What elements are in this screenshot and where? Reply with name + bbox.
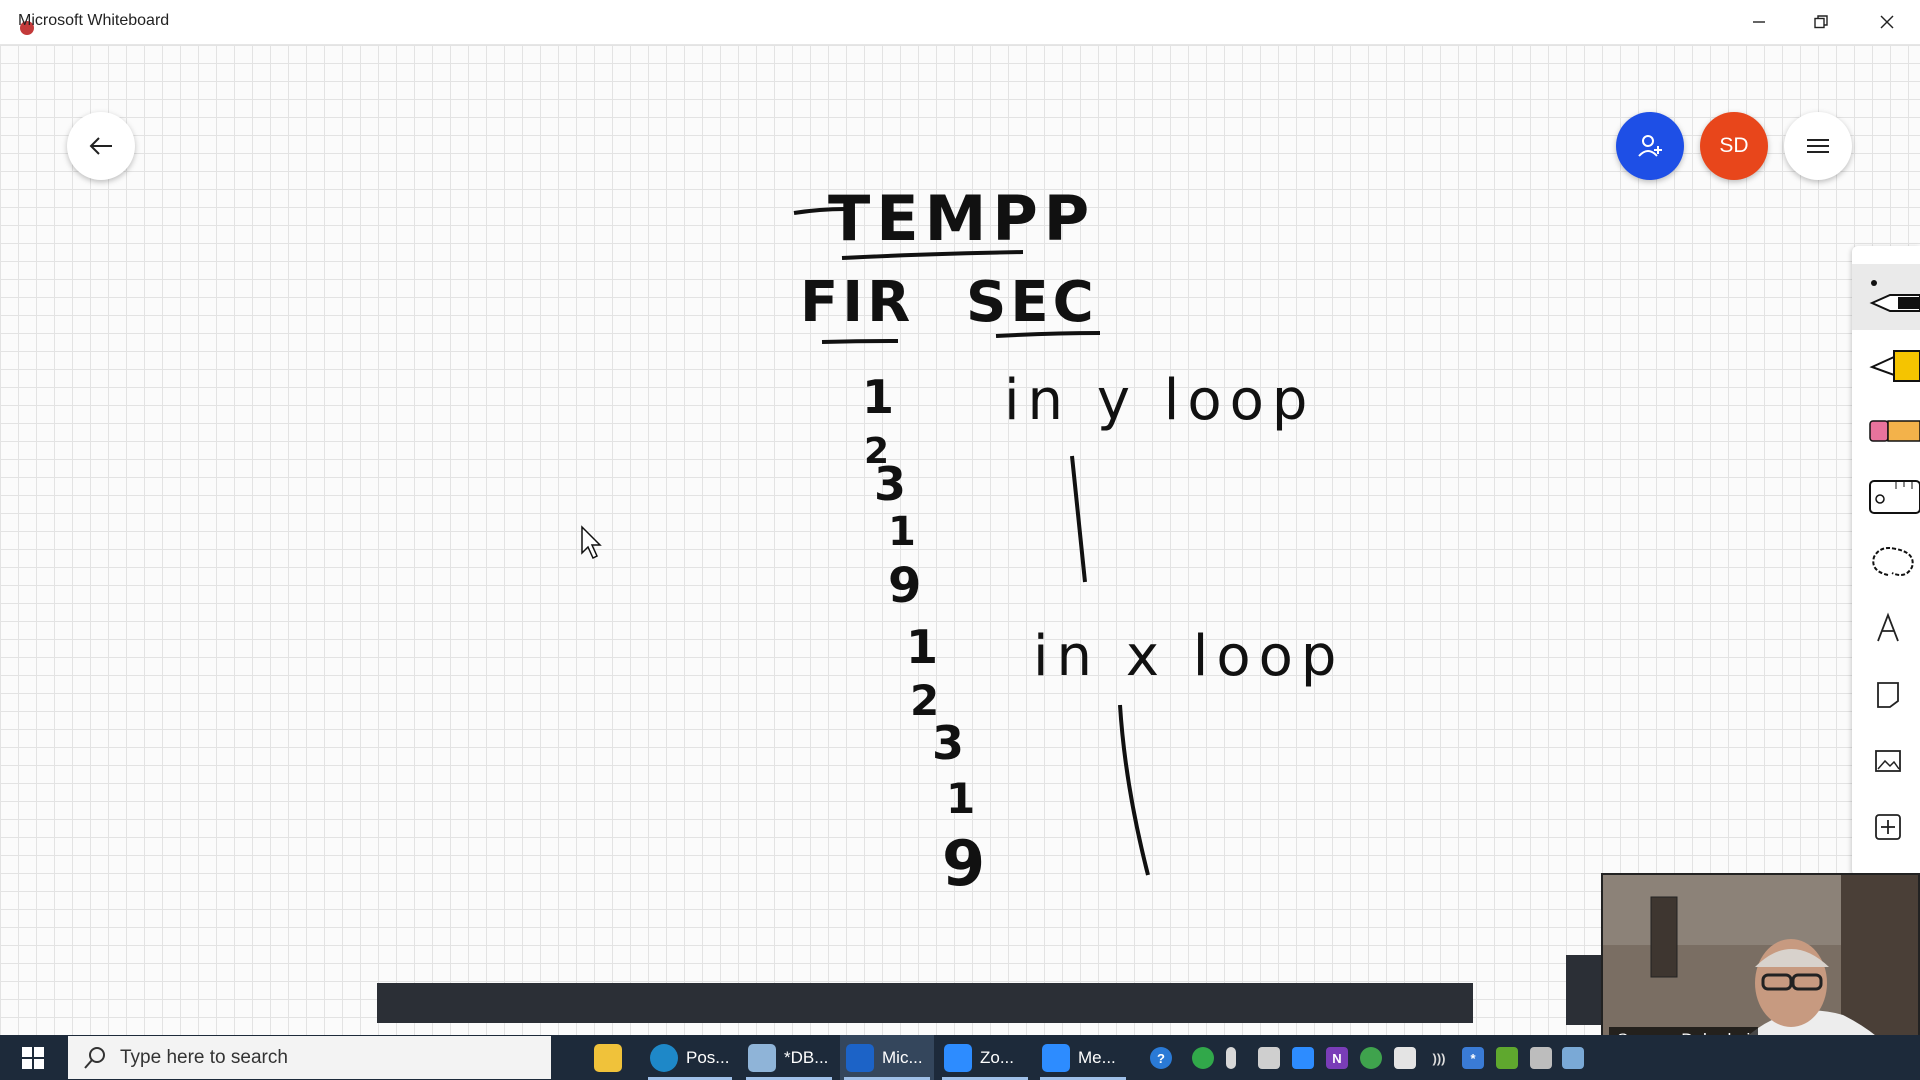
notepad-icon <box>748 1043 776 1072</box>
search-placeholder: Type here to search <box>120 1046 288 1068</box>
device-icon[interactable] <box>1530 1047 1552 1069</box>
taskbar-app-zoom-meeting[interactable]: Me... <box>1036 1035 1130 1080</box>
taskbar-search-input[interactable]: Type here to search <box>68 1036 551 1079</box>
search-icon <box>84 1046 105 1069</box>
lasso-icon <box>1872 547 1914 576</box>
window-title: Microsoft Whiteboard <box>18 12 170 29</box>
eraser-tool[interactable] <box>1852 398 1920 464</box>
zoom-tray-icon[interactable] <box>1292 1047 1314 1069</box>
user-avatar-button[interactable]: SD <box>1700 112 1768 180</box>
ink-col2: SEC <box>966 270 1098 335</box>
network-icon[interactable] <box>1562 1047 1584 1069</box>
image-icon <box>1875 750 1901 772</box>
taskbar-app-label: *DB... <box>784 1047 829 1067</box>
taskbar-app-zoom[interactable]: Zo... <box>938 1035 1032 1080</box>
ink-value: 9 <box>888 558 921 614</box>
note-tool[interactable] <box>1852 662 1920 728</box>
ink-value: 1 <box>862 370 894 424</box>
y-loop-bracket <box>1070 455 1087 583</box>
taskbar-app-label: Me... <box>1078 1047 1116 1067</box>
text-icon <box>1877 612 1899 642</box>
ruler-icon <box>1869 480 1920 514</box>
plus-icon <box>1875 814 1901 840</box>
col1-underline <box>821 339 899 344</box>
avatar-initials: SD <box>1719 134 1749 157</box>
taskbar-app-label: Pos... <box>686 1047 730 1067</box>
wifi-icon[interactable]: ))) <box>1428 1047 1450 1069</box>
back-button[interactable] <box>67 112 135 180</box>
zoom-icon <box>944 1043 972 1072</box>
col2-underline <box>995 331 1101 338</box>
close-button[interactable] <box>1856 0 1918 44</box>
text-tool[interactable] <box>1852 596 1920 662</box>
folder-icon <box>594 1043 622 1072</box>
eraser-icon <box>1869 420 1920 442</box>
insert-tool[interactable] <box>1852 794 1920 860</box>
arrow-left-icon <box>89 137 112 155</box>
ink-value: 3 <box>932 716 964 770</box>
taskbar: Type here to search Pos... *DB... Mic...… <box>0 1035 1920 1080</box>
screen-share-bar[interactable] <box>377 983 1473 1023</box>
ruler-tool[interactable] <box>1852 464 1920 530</box>
note-icon <box>1877 682 1899 708</box>
onenote-icon[interactable]: N <box>1326 1047 1348 1069</box>
ink-x-loop-label: in x loop <box>1033 624 1344 689</box>
restore-button[interactable] <box>1790 0 1852 44</box>
taskbar-app-label: Mic... <box>882 1047 923 1067</box>
ink-y-loop-label: in y loop <box>1004 368 1315 433</box>
ink-value: 1 <box>906 620 938 674</box>
title-bar: Microsoft Whiteboard <box>0 0 1920 45</box>
snowflake-icon[interactable]: * <box>1462 1047 1484 1069</box>
highlighter-tool[interactable] <box>1852 332 1920 398</box>
hamburger-icon <box>1807 139 1829 153</box>
start-button[interactable] <box>0 1035 66 1080</box>
microphone-icon[interactable] <box>1226 1047 1236 1069</box>
check-icon[interactable] <box>1192 1047 1214 1069</box>
taskbar-app-notepad[interactable]: *DB... <box>742 1035 836 1080</box>
ink-value: 1 <box>946 774 975 823</box>
invite-button[interactable] <box>1616 112 1684 180</box>
help-icon[interactable]: ? <box>1150 1047 1172 1069</box>
settings-menu-button[interactable] <box>1784 112 1852 180</box>
whiteboard-icon <box>846 1043 874 1072</box>
image-tool[interactable] <box>1852 728 1920 794</box>
nvidia-icon[interactable] <box>1496 1047 1518 1069</box>
taskbar-app-label: Zo... <box>980 1047 1015 1067</box>
ink-value: 9 <box>942 827 985 900</box>
highlighter-icon <box>1869 350 1920 382</box>
zoom-meeting-icon <box>1042 1043 1070 1072</box>
ink-heading: TEMPP <box>828 182 1095 255</box>
taskbar-app-edge[interactable]: Pos... <box>644 1035 736 1080</box>
pen-icon <box>1869 280 1920 312</box>
screen-share-bar-edge <box>1566 955 1602 1025</box>
ink-col1: FIR <box>800 270 914 335</box>
card-reader-icon[interactable] <box>1258 1047 1280 1069</box>
lasso-tool[interactable] <box>1852 530 1920 596</box>
taskbar-app-whiteboard[interactable]: Mic... <box>840 1035 934 1080</box>
person-add-icon <box>1638 135 1662 157</box>
edge-icon <box>650 1043 678 1072</box>
x-loop-bracket <box>1118 704 1150 876</box>
taskbar-file-explorer[interactable] <box>588 1035 634 1080</box>
minimize-button[interactable] <box>1728 0 1790 44</box>
ink-toolbar <box>1852 246 1920 876</box>
shield-icon[interactable] <box>1394 1047 1416 1069</box>
ink-value: 3 <box>874 457 906 511</box>
pen-tool[interactable] <box>1852 264 1920 330</box>
ink-value: 1 <box>888 509 916 555</box>
windows-icon <box>22 1046 44 1069</box>
mouse-cursor-icon <box>581 525 602 560</box>
update-icon[interactable] <box>1360 1047 1382 1069</box>
